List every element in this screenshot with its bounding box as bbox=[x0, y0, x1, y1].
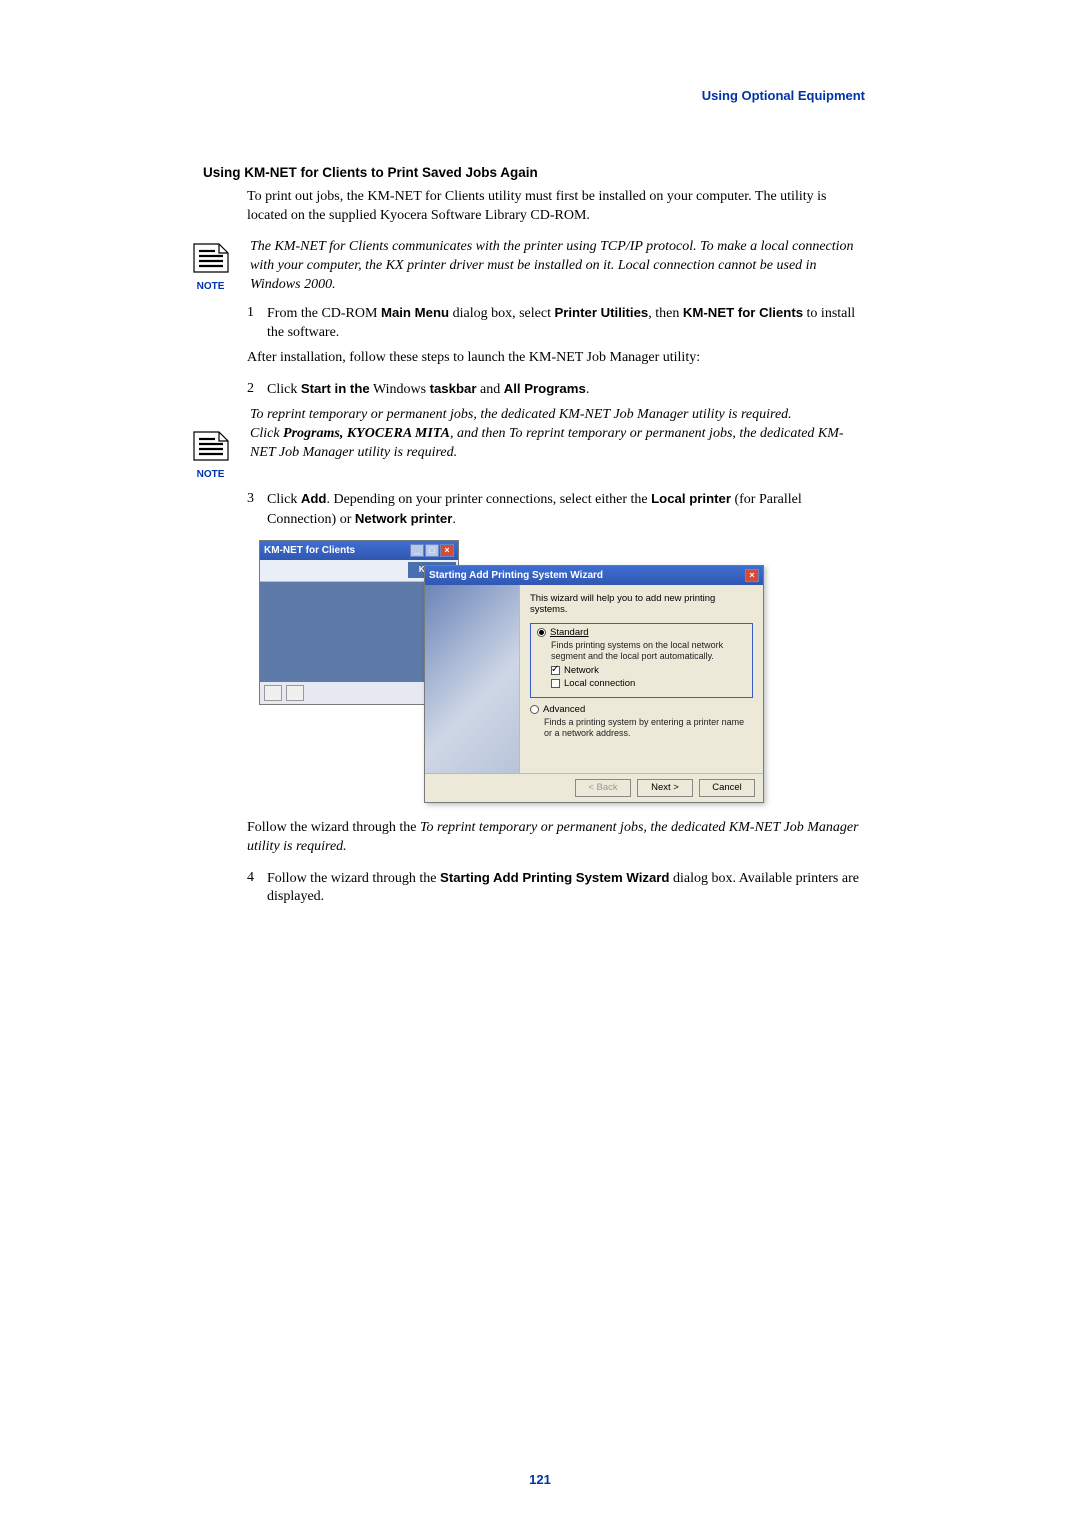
standard-label[interactable]: Standard bbox=[550, 627, 589, 638]
step-1-b3: KM-NET for Clients bbox=[683, 305, 803, 320]
note-label: NOTE bbox=[183, 281, 238, 292]
step-1-pre: From the CD-ROM bbox=[267, 306, 381, 321]
header-section: Using Optional Equipment bbox=[702, 88, 865, 103]
wizard-title-text: Starting Add Printing System Wizard bbox=[429, 570, 603, 581]
wizard-window: Starting Add Printing System Wizard × Th… bbox=[424, 565, 764, 803]
wizard-button-row: < Back Next > Cancel bbox=[425, 773, 763, 803]
note-2-line2-pre: Click bbox=[250, 426, 283, 441]
maximize-button[interactable]: □ bbox=[425, 544, 439, 557]
note-1-text: The KM-NET for Clients communicates with… bbox=[238, 238, 865, 295]
next-button[interactable]: Next > bbox=[637, 779, 693, 797]
wizard-close-button[interactable]: × bbox=[745, 569, 759, 582]
section-heading: Using KM-NET for Clients to Print Saved … bbox=[203, 165, 865, 180]
note-2-text: To reprint temporary or permanent jobs, … bbox=[238, 406, 865, 463]
local-label[interactable]: Local connection bbox=[564, 678, 635, 689]
radio-standard[interactable] bbox=[537, 628, 546, 637]
step-4-num: 4 bbox=[247, 869, 267, 908]
note-2: NOTE To reprint temporary or permanent j… bbox=[183, 406, 865, 480]
step-3-pre: Click bbox=[267, 492, 301, 507]
step-2-num: 2 bbox=[247, 380, 267, 400]
step-4: 4 Follow the wizard through the Starting… bbox=[247, 869, 865, 908]
minimize-button[interactable]: _ bbox=[410, 544, 424, 557]
note-2-line1: To reprint temporary or permanent jobs, … bbox=[250, 406, 865, 425]
step-3-b1: Add bbox=[301, 491, 327, 506]
follow-pre: Follow the wizard through the bbox=[247, 820, 420, 835]
wizard-side-image bbox=[425, 585, 520, 773]
step-1-num: 1 bbox=[247, 304, 267, 343]
page-number: 121 bbox=[0, 1472, 1080, 1487]
km-title-text: KM-NET for Clients bbox=[264, 545, 355, 556]
km-btn-2[interactable] bbox=[286, 685, 304, 701]
advanced-desc: Finds a printing system by entering a pr… bbox=[544, 717, 753, 739]
step-3-b3: Network printer bbox=[355, 511, 452, 526]
cancel-button[interactable]: Cancel bbox=[699, 779, 755, 797]
step-2: 2 Click Start in the Windows taskbar and… bbox=[247, 380, 865, 400]
step-3-b2: Local printer bbox=[651, 491, 731, 506]
screenshot-wizard: KM-NET for Clients _ □ × KM-NE Starting bbox=[259, 540, 769, 805]
step-1: 1 From the CD-ROM Main Menu dialog box, … bbox=[247, 304, 865, 343]
km-title-bar: KM-NET for Clients _ □ × bbox=[260, 541, 458, 560]
advanced-label[interactable]: Advanced bbox=[543, 704, 585, 715]
close-button[interactable]: × bbox=[440, 544, 454, 557]
step-3-num: 3 bbox=[247, 490, 267, 530]
back-button: < Back bbox=[575, 779, 631, 797]
standard-option-group: Standard Finds printing systems on the l… bbox=[530, 623, 753, 699]
step-2-b2: taskbar bbox=[430, 381, 477, 396]
checkbox-local[interactable] bbox=[551, 679, 560, 688]
step-4-b1: Starting Add Printing System Wizard bbox=[440, 870, 669, 885]
note-label: NOTE bbox=[183, 469, 238, 480]
wizard-intro: This wizard will help you to add new pri… bbox=[530, 593, 753, 615]
step-3-post: . bbox=[452, 512, 456, 527]
step-3-mid1: . Depending on your printer connections,… bbox=[326, 492, 651, 507]
standard-desc: Finds printing systems on the local netw… bbox=[551, 640, 746, 662]
note-2-line2-b: Programs, KYOCERA MITA bbox=[283, 426, 450, 441]
step-2-mid1: Windows bbox=[370, 382, 430, 397]
after-install: After installation, follow these steps t… bbox=[247, 349, 865, 368]
step-2-post: . bbox=[586, 382, 590, 397]
intro-paragraph: To print out jobs, the KM-NET for Client… bbox=[247, 188, 865, 226]
km-btn-1[interactable] bbox=[264, 685, 282, 701]
radio-advanced[interactable] bbox=[530, 705, 539, 714]
follow-para: Follow the wizard through the To reprint… bbox=[247, 819, 865, 857]
step-1-b1: Main Menu bbox=[381, 305, 449, 320]
step-1-mid2: , then bbox=[648, 306, 683, 321]
step-4-pre: Follow the wizard through the bbox=[267, 871, 440, 886]
step-2-pre: Click bbox=[267, 382, 301, 397]
wizard-title-bar: Starting Add Printing System Wizard × bbox=[425, 566, 763, 585]
note-1: NOTE The KM-NET for Clients communicates… bbox=[183, 238, 865, 295]
step-1-mid1: dialog box, select bbox=[449, 306, 554, 321]
step-1-b2: Printer Utilities bbox=[554, 305, 648, 320]
step-2-b1: Start in the bbox=[301, 381, 370, 396]
note-icon bbox=[191, 426, 231, 464]
note-icon bbox=[191, 238, 231, 276]
step-2-mid2: and bbox=[477, 382, 504, 397]
step-2-b3: All Programs bbox=[504, 381, 586, 396]
checkbox-network[interactable] bbox=[551, 666, 560, 675]
step-3: 3 Click Add. Depending on your printer c… bbox=[247, 490, 865, 530]
network-label[interactable]: Network bbox=[564, 665, 599, 676]
